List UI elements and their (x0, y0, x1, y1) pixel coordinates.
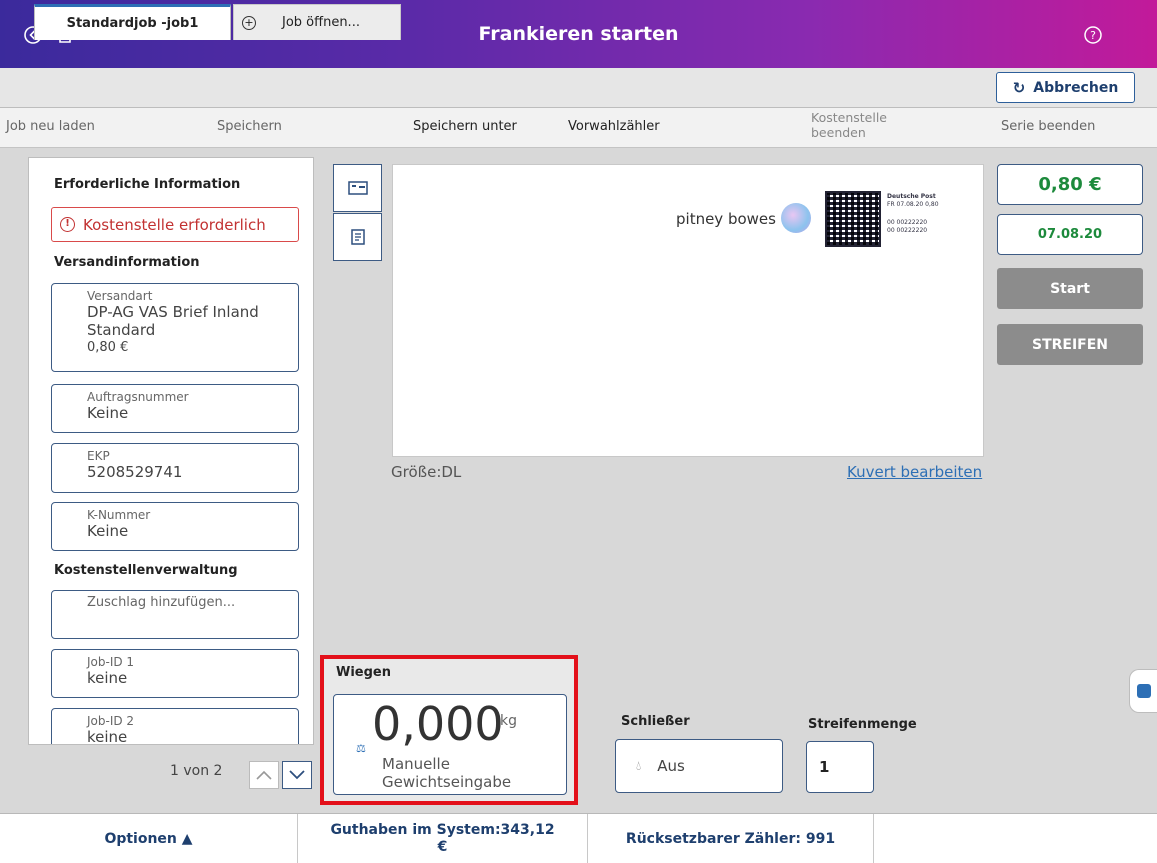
sealer-label: Schließer (621, 714, 690, 729)
order-number-field[interactable]: Auftragsnummer Keine (51, 384, 299, 433)
shipping-info-heading: Versandinformation (54, 255, 200, 270)
strip-quantity-input[interactable]: 1 (806, 741, 874, 793)
page-down-button[interactable] (282, 761, 312, 789)
cost-center-heading: Kostenstellenverwaltung (54, 563, 238, 578)
save-as-button[interactable]: Speichern unter (413, 119, 517, 134)
end-cost-center-button[interactable]: Kostenstelle beenden (811, 110, 887, 140)
side-panel-tab[interactable] (1129, 669, 1157, 713)
shipping-type-field[interactable]: Versandart DP-AG VAS Brief Inland Standa… (51, 283, 299, 372)
page-indicator: 1 von 2 (170, 763, 223, 779)
franking-imprint: Deutsche Post FR 07.08.20 0,80 00 002222… (887, 193, 939, 234)
cancel-button[interactable]: ↻ Abbrechen (996, 72, 1135, 103)
save-button[interactable]: Speichern (217, 119, 282, 134)
start-button[interactable]: Start (997, 268, 1143, 309)
footer-bar: Optionen ▲ Guthaben im System:343,12 € Rü… (0, 813, 1157, 863)
k-number-field[interactable]: K-Nummer Keine (51, 502, 299, 551)
job-info-panel: Erforderliche Information ! Kostenstelle… (28, 157, 314, 745)
job-tab-bar (0, 68, 1157, 108)
edit-envelope-link[interactable]: Kuvert bearbeiten (847, 463, 982, 481)
tab-standard-job[interactable]: Standardjob -job1 (34, 4, 231, 40)
weight-unit: kg (500, 713, 517, 729)
pitney-bowes-mark-icon (781, 203, 811, 233)
sealer-toggle[interactable]: 💧︎ Aus (615, 739, 783, 793)
svg-text:?: ? (1090, 29, 1096, 42)
strip-quantity-label: Streifenmenge (808, 717, 917, 732)
alert-icon: ! (60, 217, 75, 232)
cost-center-required-alert[interactable]: ! Kostenstelle erforderlich (51, 207, 299, 242)
options-button[interactable]: Optionen ▲ (0, 814, 298, 863)
envelope-view-button[interactable] (333, 164, 382, 212)
remote-support-icon (1136, 684, 1151, 698)
document-icon (350, 229, 365, 245)
end-series-button[interactable]: Serie beenden (1001, 119, 1095, 134)
postage-date[interactable]: 07.08.20 (997, 214, 1143, 255)
chevron-up-icon (256, 770, 272, 780)
page-up-button[interactable] (249, 761, 279, 789)
postage-price[interactable]: 0,80 € (997, 164, 1143, 205)
scale-icon: ⚖ (356, 742, 366, 755)
job-id-2-field[interactable]: Job-ID 2 keine (51, 708, 299, 744)
envelope-size-label: Größe:DL (391, 463, 462, 481)
chevron-down-icon (289, 770, 305, 780)
weigh-heading: Wiegen (336, 665, 391, 680)
label-view-button[interactable] (333, 213, 382, 261)
ekp-field[interactable]: EKP 5208529741 (51, 443, 299, 493)
pitney-bowes-logo: pitney bowes (676, 210, 776, 228)
refresh-icon: ↻ (1012, 78, 1026, 97)
add-surcharge-field[interactable]: Zuschlag hinzufügen... (51, 590, 299, 639)
required-info-heading: Erforderliche Information (54, 177, 241, 192)
system-balance: Guthaben im System:343,12 € (298, 814, 588, 863)
help-circle-icon[interactable]: ? (1082, 24, 1104, 46)
datamatrix-code (825, 191, 881, 247)
job-id-1-field[interactable]: Job-ID 1 keine (51, 649, 299, 698)
strip-button[interactable]: STREIFEN (997, 324, 1143, 365)
weigh-mode: Manuelle Gewichtseingabe (382, 755, 512, 791)
envelope-icon (347, 181, 368, 195)
plus-circle-icon: + (242, 15, 256, 30)
action-bar: Job neu laden Speichern Speichern unter … (0, 108, 1157, 148)
water-drop-icon: 💧︎ (636, 758, 642, 774)
tab-open-job[interactable]: + Job öffnen... (233, 4, 401, 40)
resettable-counter: Rücksetzbarer Zähler: 991 (588, 814, 874, 863)
envelope-preview: pitney bowes Deutsche Post FR 07.08.20 0… (392, 164, 984, 457)
reload-job-button[interactable]: Job neu laden (6, 119, 95, 134)
weight-value: 0,000 (372, 697, 504, 751)
preset-counter-button[interactable]: Vorwahlzähler (568, 119, 660, 134)
